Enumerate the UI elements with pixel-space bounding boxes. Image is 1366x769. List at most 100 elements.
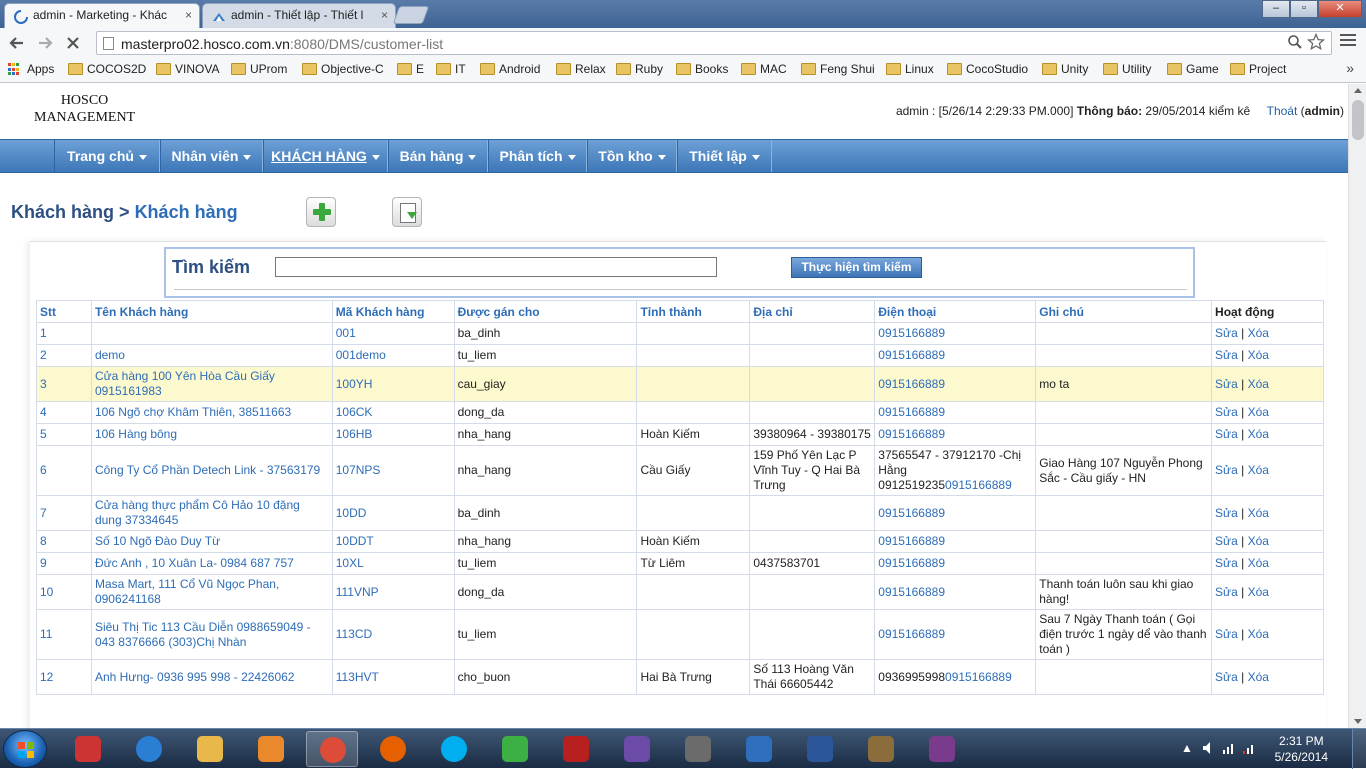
show-desktop-button[interactable] bbox=[1352, 729, 1366, 769]
cell-customer-code[interactable]: 10DD bbox=[331, 495, 455, 531]
taskbar-app-button[interactable] bbox=[123, 731, 175, 767]
cell-customer-name[interactable]: Đức Anh , 10 Xuân La- 0984 687 757 bbox=[90, 552, 333, 575]
delete-link[interactable]: Xóa bbox=[1248, 377, 1269, 391]
search-button[interactable]: Thực hiện tìm kiếm bbox=[791, 257, 922, 278]
delete-link[interactable]: Xóa bbox=[1248, 585, 1269, 599]
edit-link[interactable]: Sửa bbox=[1215, 326, 1238, 340]
zoom-icon[interactable] bbox=[1287, 34, 1303, 54]
delete-link[interactable]: Xóa bbox=[1248, 463, 1269, 477]
cell-customer-name[interactable]: Công Ty Cổ Phần Detech Link - 37563179 bbox=[90, 445, 333, 496]
edit-link[interactable]: Sửa bbox=[1215, 506, 1238, 520]
scroll-thumb[interactable] bbox=[1352, 100, 1364, 140]
cell-customer-code[interactable]: 001 bbox=[331, 322, 455, 345]
phone-link[interactable]: 0915166889 bbox=[945, 670, 1012, 684]
edit-link[interactable]: Sửa bbox=[1215, 377, 1238, 391]
close-window-button[interactable]: ✕ bbox=[1318, 0, 1362, 18]
cell-customer-name[interactable]: demo bbox=[90, 344, 333, 367]
cell-customer-name[interactable] bbox=[90, 322, 333, 345]
cell-customer-code[interactable]: 10DDT bbox=[331, 530, 455, 553]
taskbar-app-button[interactable] bbox=[794, 731, 846, 767]
bookmark-folder[interactable]: Unity bbox=[1042, 62, 1088, 76]
delete-link[interactable]: Xóa bbox=[1248, 326, 1269, 340]
add-customer-button[interactable] bbox=[306, 197, 336, 227]
edit-link[interactable]: Sửa bbox=[1215, 405, 1238, 419]
bookmark-folder[interactable]: IT bbox=[436, 62, 466, 76]
bookmark-folder[interactable]: COCOS2D bbox=[68, 62, 146, 76]
page-scrollbar[interactable] bbox=[1348, 84, 1366, 728]
bookmark-star-icon[interactable] bbox=[1306, 32, 1326, 56]
nav-staff[interactable]: Nhân viên bbox=[160, 140, 263, 172]
taskbar-app-button[interactable] bbox=[489, 731, 541, 767]
nav-customers[interactable]: KHÁCH HÀNG bbox=[263, 140, 388, 172]
cell-customer-name[interactable]: Siêu Thị Tic 113 Cầu Diễn 0988659049 - 0… bbox=[90, 609, 333, 660]
bookmark-folder[interactable]: Books bbox=[676, 62, 728, 76]
bookmark-folder[interactable]: Objective-C bbox=[302, 62, 384, 76]
hosco-logo[interactable]: HOSCO MANAGEMENT bbox=[34, 92, 135, 126]
edit-link[interactable]: Sửa bbox=[1215, 427, 1238, 441]
taskbar-app-button[interactable] bbox=[672, 731, 724, 767]
col-header-assigned[interactable]: Được gán cho bbox=[453, 300, 638, 323]
bookmark-folder[interactable]: Relax bbox=[556, 62, 606, 76]
breadcrumb-parent[interactable]: Khách hàng bbox=[11, 202, 114, 222]
taskbar-clock[interactable]: 2:31 PM 5/26/2014 bbox=[1275, 733, 1328, 765]
new-tab-button[interactable] bbox=[392, 6, 430, 24]
phone-link[interactable]: 0915166889 bbox=[878, 627, 945, 641]
bookmark-folder[interactable]: Android bbox=[480, 62, 540, 76]
cell-customer-code[interactable]: 107NPS bbox=[331, 445, 455, 496]
delete-link[interactable]: Xóa bbox=[1248, 670, 1269, 684]
phone-link[interactable]: 0915166889 bbox=[878, 506, 945, 520]
taskbar-app-button[interactable] bbox=[611, 731, 663, 767]
bookmark-folder[interactable]: E bbox=[397, 62, 424, 76]
phone-link[interactable]: 0915166889 bbox=[878, 534, 945, 548]
taskbar-app-button[interactable] bbox=[184, 731, 236, 767]
phone-link[interactable]: 0915166889 bbox=[878, 405, 945, 419]
back-arrow-icon[interactable] bbox=[6, 32, 28, 54]
delete-link[interactable]: Xóa bbox=[1248, 534, 1269, 548]
bookmark-folder[interactable]: Ruby bbox=[616, 62, 663, 76]
cell-customer-name[interactable]: Số 10 Ngõ Đào Duy Từ bbox=[90, 530, 333, 553]
phone-link[interactable]: 0915166889 bbox=[878, 585, 945, 599]
delete-link[interactable]: Xóa bbox=[1248, 556, 1269, 570]
phone-link[interactable]: 0915166889 bbox=[878, 556, 945, 570]
cell-customer-code[interactable]: 10XL bbox=[331, 552, 455, 575]
maximize-button[interactable]: ▫ bbox=[1290, 0, 1318, 18]
delete-link[interactable]: Xóa bbox=[1248, 627, 1269, 641]
taskbar-app-button[interactable] bbox=[428, 731, 480, 767]
tab-close-icon[interactable]: × bbox=[185, 4, 192, 26]
tab-marketing[interactable]: admin - Marketing - Khác × bbox=[4, 3, 200, 28]
scroll-down-arrow-icon[interactable] bbox=[1354, 719, 1362, 724]
bookmark-folder[interactable]: VINOVA bbox=[156, 62, 219, 76]
edit-link[interactable]: Sửa bbox=[1215, 556, 1238, 570]
col-header-address[interactable]: Địa chỉ bbox=[749, 300, 876, 323]
cell-customer-name[interactable]: 106 Ngõ chợ Khâm Thiên, 38511663 bbox=[90, 401, 333, 424]
col-header-stt[interactable]: Stt bbox=[36, 300, 92, 323]
taskbar-app-button[interactable] bbox=[855, 731, 907, 767]
start-button[interactable] bbox=[3, 730, 47, 768]
tray-expand-icon[interactable]: ▲ bbox=[1180, 741, 1194, 755]
taskbar-app-button[interactable] bbox=[245, 731, 297, 767]
tab-settings[interactable]: admin - Thiết lập - Thiết l × bbox=[202, 3, 396, 28]
cell-customer-code[interactable]: 001demo bbox=[331, 344, 455, 367]
nav-inventory[interactable]: Tồn kho bbox=[587, 140, 677, 172]
delete-link[interactable]: Xóa bbox=[1248, 427, 1269, 441]
nav-analytics[interactable]: Phân tích bbox=[488, 140, 587, 172]
cell-customer-name[interactable]: 106 Hàng bông bbox=[90, 423, 333, 446]
cell-customer-code[interactable]: 106HB bbox=[331, 423, 455, 446]
bookmark-folder[interactable]: UProm bbox=[231, 62, 287, 76]
scroll-up-arrow-icon[interactable] bbox=[1354, 88, 1362, 93]
minimize-button[interactable]: – bbox=[1262, 0, 1290, 18]
taskbar-app-button[interactable] bbox=[733, 731, 785, 767]
nav-settings[interactable]: Thiết lập bbox=[677, 140, 772, 172]
edit-link[interactable]: Sửa bbox=[1215, 670, 1238, 684]
bookmark-folder[interactable]: Project bbox=[1230, 62, 1286, 76]
stop-reload-icon[interactable] bbox=[62, 32, 84, 54]
phone-link[interactable]: 0915166889 bbox=[878, 377, 945, 391]
col-header-city[interactable]: Tỉnh thành bbox=[636, 300, 751, 323]
phone-link[interactable]: 0915166889 bbox=[878, 326, 945, 340]
cell-customer-name[interactable]: Masa Mart, 111 Cổ Vũ Ngọc Phan, 09062411… bbox=[90, 574, 333, 610]
delete-link[interactable]: Xóa bbox=[1248, 405, 1269, 419]
bookmark-folder[interactable]: MAC bbox=[741, 62, 787, 76]
bookmark-folder[interactable]: Linux bbox=[886, 62, 934, 76]
export-excel-button[interactable] bbox=[392, 197, 422, 227]
nav-sales[interactable]: Bán hàng bbox=[388, 140, 488, 172]
